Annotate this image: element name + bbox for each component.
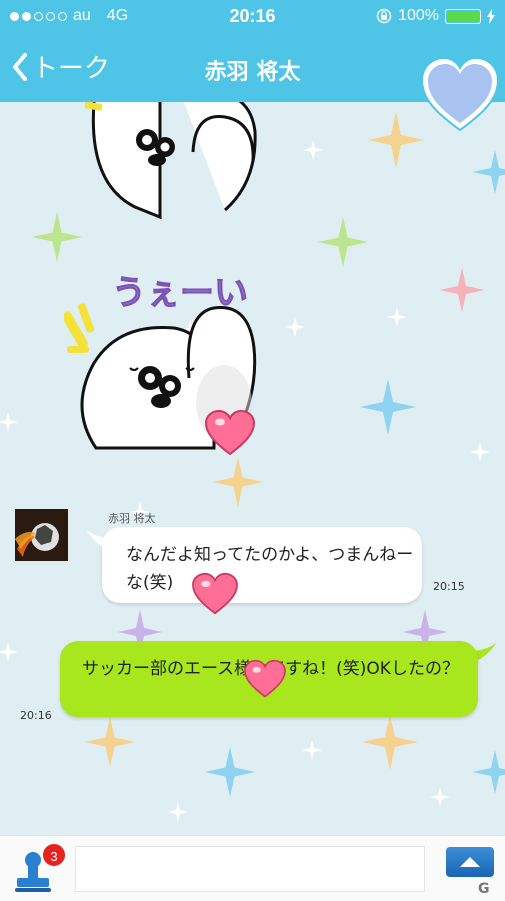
input-bar: 3 G	[0, 835, 505, 901]
send-arrow-icon	[460, 857, 480, 867]
lock-rotation-icon	[376, 8, 392, 24]
heart-icon[interactable]	[419, 54, 501, 134]
sticker-character-top[interactable]	[85, 102, 275, 222]
charging-icon	[487, 8, 495, 24]
message-input[interactable]	[75, 846, 425, 892]
message-time: 20:15	[433, 580, 465, 593]
avatar-image	[15, 509, 68, 561]
notification-badge: 3	[41, 842, 67, 868]
sender-avatar[interactable]	[15, 509, 68, 561]
status-bar: au 4G 20:16 100%	[0, 0, 505, 34]
message-bubble-incoming[interactable]: なんだよ知ってたのかよ、つまんねーな(笑)	[102, 527, 422, 603]
chat-area[interactable]: うぇーい	[0, 102, 505, 835]
sender-name: 赤羽 将太	[108, 512, 156, 525]
battery-icon	[445, 8, 481, 24]
heart-icon	[244, 659, 286, 698]
message-time: 20:16	[20, 709, 52, 722]
heart-icon	[204, 409, 256, 456]
message-text: なんだよ知ってたのかよ、つまんねーな(笑)	[126, 545, 414, 593]
battery-percent: 100%	[398, 7, 439, 24]
heart-icon	[192, 572, 238, 615]
watermark-logo: G	[478, 881, 490, 897]
send-button[interactable]	[446, 847, 494, 877]
